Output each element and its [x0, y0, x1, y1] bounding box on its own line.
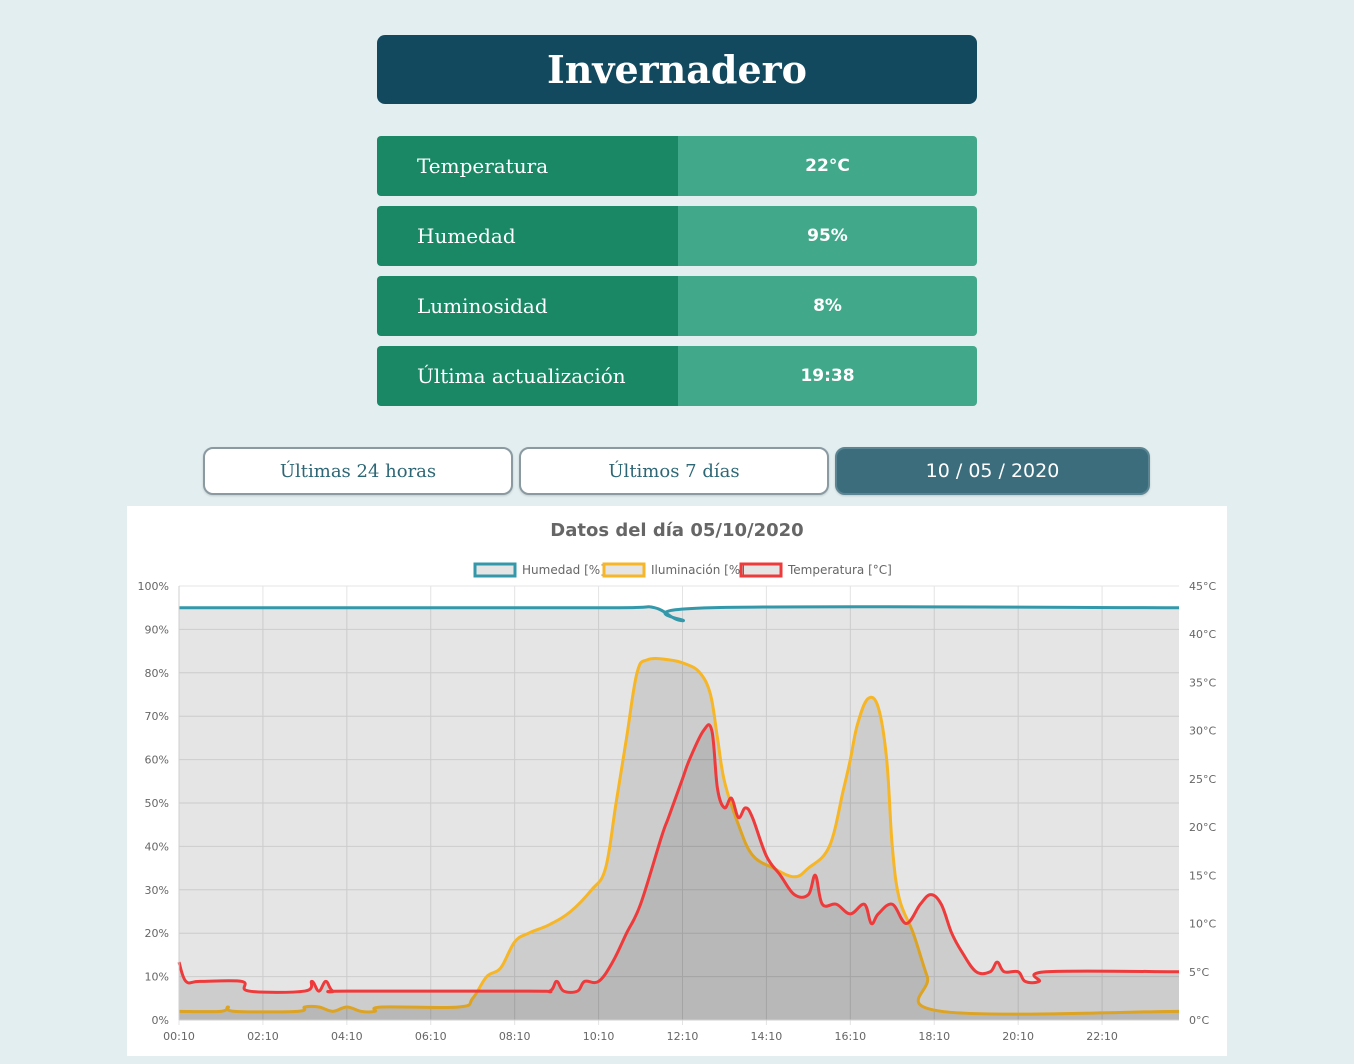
x-tick-label: 16:10	[834, 1030, 866, 1043]
y-left-tick-label: 30%	[145, 884, 169, 897]
y-left-tick-label: 90%	[145, 623, 169, 636]
stat-value: 8%	[678, 276, 977, 336]
y-right-tick-label: 45°C	[1189, 580, 1216, 593]
x-tick-label: 12:10	[667, 1030, 699, 1043]
y-right-tick-label: 35°C	[1189, 676, 1216, 689]
legend-label: Humedad [%]	[522, 563, 605, 577]
y-right-tick-label: 0°C	[1189, 1014, 1209, 1027]
x-tick-label: 18:10	[918, 1030, 950, 1043]
y-left-tick-label: 100%	[138, 580, 169, 593]
last-7d-button[interactable]: Últimos 7 días	[519, 447, 829, 495]
x-tick-label: 06:10	[415, 1030, 447, 1043]
y-left-tick-label: 50%	[145, 797, 169, 810]
x-tick-label: 14:10	[751, 1030, 783, 1043]
stat-value: 22°C	[678, 136, 977, 196]
y-left-tick-label: 10%	[145, 971, 169, 984]
y-right-tick-label: 20°C	[1189, 821, 1216, 834]
x-tick-label: 10:10	[583, 1030, 615, 1043]
y-right-tick-label: 15°C	[1189, 869, 1216, 882]
last-24h-button[interactable]: Últimas 24 horas	[203, 447, 513, 495]
y-left-tick-label: 20%	[145, 927, 169, 940]
x-tick-label: 04:10	[331, 1030, 363, 1043]
y-left-tick-label: 0%	[152, 1014, 169, 1027]
stat-label: Última actualización	[377, 346, 678, 406]
stat-label: Temperatura	[377, 136, 678, 196]
legend-swatch	[739, 562, 783, 578]
x-tick-label: 20:10	[1002, 1030, 1034, 1043]
x-tick-label: 22:10	[1086, 1030, 1118, 1043]
stat-row-temperature: Temperatura 22°C	[377, 136, 977, 196]
stat-row-last-update: Última actualización 19:38	[377, 346, 977, 406]
legend-swatch	[602, 562, 646, 578]
y-left-tick-label: 40%	[145, 840, 169, 853]
y-right-tick-label: 40°C	[1189, 628, 1216, 641]
stat-label: Luminosidad	[377, 276, 678, 336]
legend-label: Iluminación [%]	[651, 563, 745, 577]
legend-swatch	[473, 562, 517, 578]
y-left-tick-label: 70%	[145, 710, 169, 723]
y-left-tick-label: 60%	[145, 754, 169, 767]
x-tick-label: 02:10	[247, 1030, 279, 1043]
stat-row-luminosity: Luminosidad 8%	[377, 276, 977, 336]
y-right-tick-label: 25°C	[1189, 773, 1216, 786]
chart-card: Datos del día 05/10/2020 0% 10% 20% 30% 40% 5…	[127, 506, 1227, 1056]
line-chart: 0% 10% 20% 30% 40% 50% 60% 70% 80% 90% 100% 0°C 5°C 1…	[138, 562, 1216, 1043]
stat-row-humidity: Humedad 95%	[377, 206, 977, 266]
x-tick-label: 00:10	[163, 1030, 195, 1043]
stat-value: 95%	[678, 206, 977, 266]
x-tick-label: 08:10	[499, 1030, 531, 1043]
stat-value: 19:38	[678, 346, 977, 406]
stat-label: Humedad	[377, 206, 678, 266]
page-title: Invernadero	[377, 35, 977, 104]
date-picker-button[interactable]: 10 / 05 / 2020	[835, 447, 1150, 495]
y-right-tick-label: 30°C	[1189, 725, 1216, 738]
legend-label: Temperatura [°C]	[787, 563, 892, 577]
y-right-tick-label: 5°C	[1189, 966, 1209, 979]
y-right-tick-label: 10°C	[1189, 918, 1216, 931]
y-left-tick-label: 80%	[145, 667, 169, 680]
